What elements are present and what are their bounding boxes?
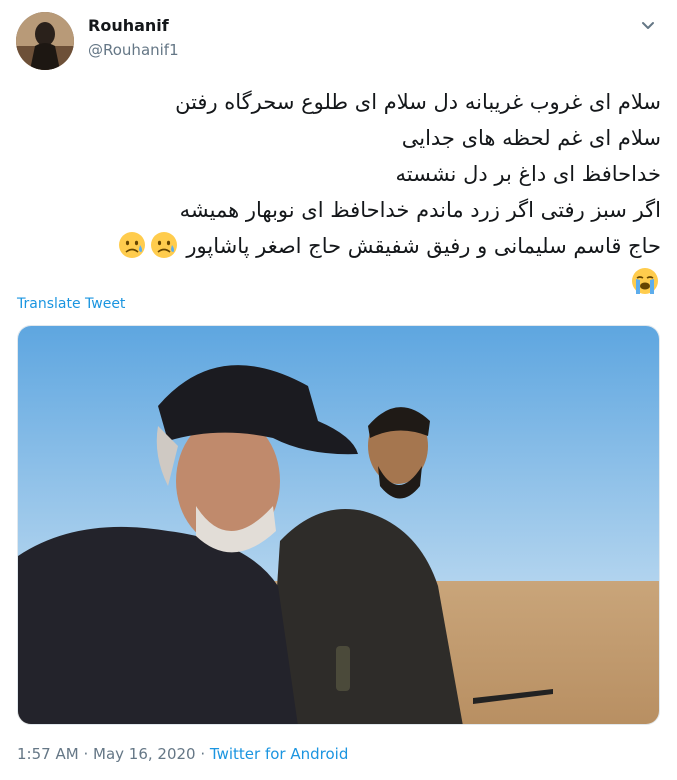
sad-but-relieved-face-icon xyxy=(118,231,146,259)
sad-but-relieved-face-icon xyxy=(150,231,178,259)
tweet-text: سلام ای غروب غریبانه دل سلام ای طلوع سحر… xyxy=(16,84,661,300)
tweet-line-emoji xyxy=(16,264,661,300)
tweet-line: خداحافظ ای داغ بر دل نشسته xyxy=(395,162,661,186)
tweet-metadata: 1:57 AM · May 16, 2020 · Twitter for And… xyxy=(17,745,348,763)
tweet-card: Rouhanif @Rouhanif1 سلام ای غروب غریبانه… xyxy=(0,0,677,780)
tweet-line: سلام ای غروب غریبانه دل سلام ای طلوع سحر… xyxy=(175,90,661,114)
photo-two-men-in-desert-icon xyxy=(18,326,659,724)
tweet-time[interactable]: 1:57 AM xyxy=(17,745,79,763)
tweet-line: اگر سبز رفتی اگر زرد ماندم خداحافظ ای نو… xyxy=(179,198,661,222)
user-handle[interactable]: @Rouhanif1 xyxy=(88,41,179,59)
tweet-date[interactable]: May 16, 2020 xyxy=(93,745,196,763)
tweet-line-with-emoji: حاج قاسم سلیمانی و رفیق شفیقش حاج اصغر پ… xyxy=(16,228,661,264)
separator: · xyxy=(83,745,89,763)
display-name[interactable]: Rouhanif xyxy=(88,16,169,35)
tweet-source-link[interactable]: Twitter for Android xyxy=(210,745,348,763)
chevron-down-icon[interactable] xyxy=(637,14,659,36)
tweet-line: حاج قاسم سلیمانی و رفیق شفیقش حاج اصغر پ… xyxy=(186,234,661,258)
tweet-photo[interactable] xyxy=(17,325,660,725)
avatar-image xyxy=(16,12,74,70)
loudly-crying-face-icon xyxy=(631,267,659,295)
separator: · xyxy=(200,745,206,763)
profile-avatar[interactable] xyxy=(16,12,74,70)
tweet-line: سلام ای غم لحظه های جدایی xyxy=(401,126,661,150)
translate-tweet-link[interactable]: Translate Tweet xyxy=(17,296,125,312)
